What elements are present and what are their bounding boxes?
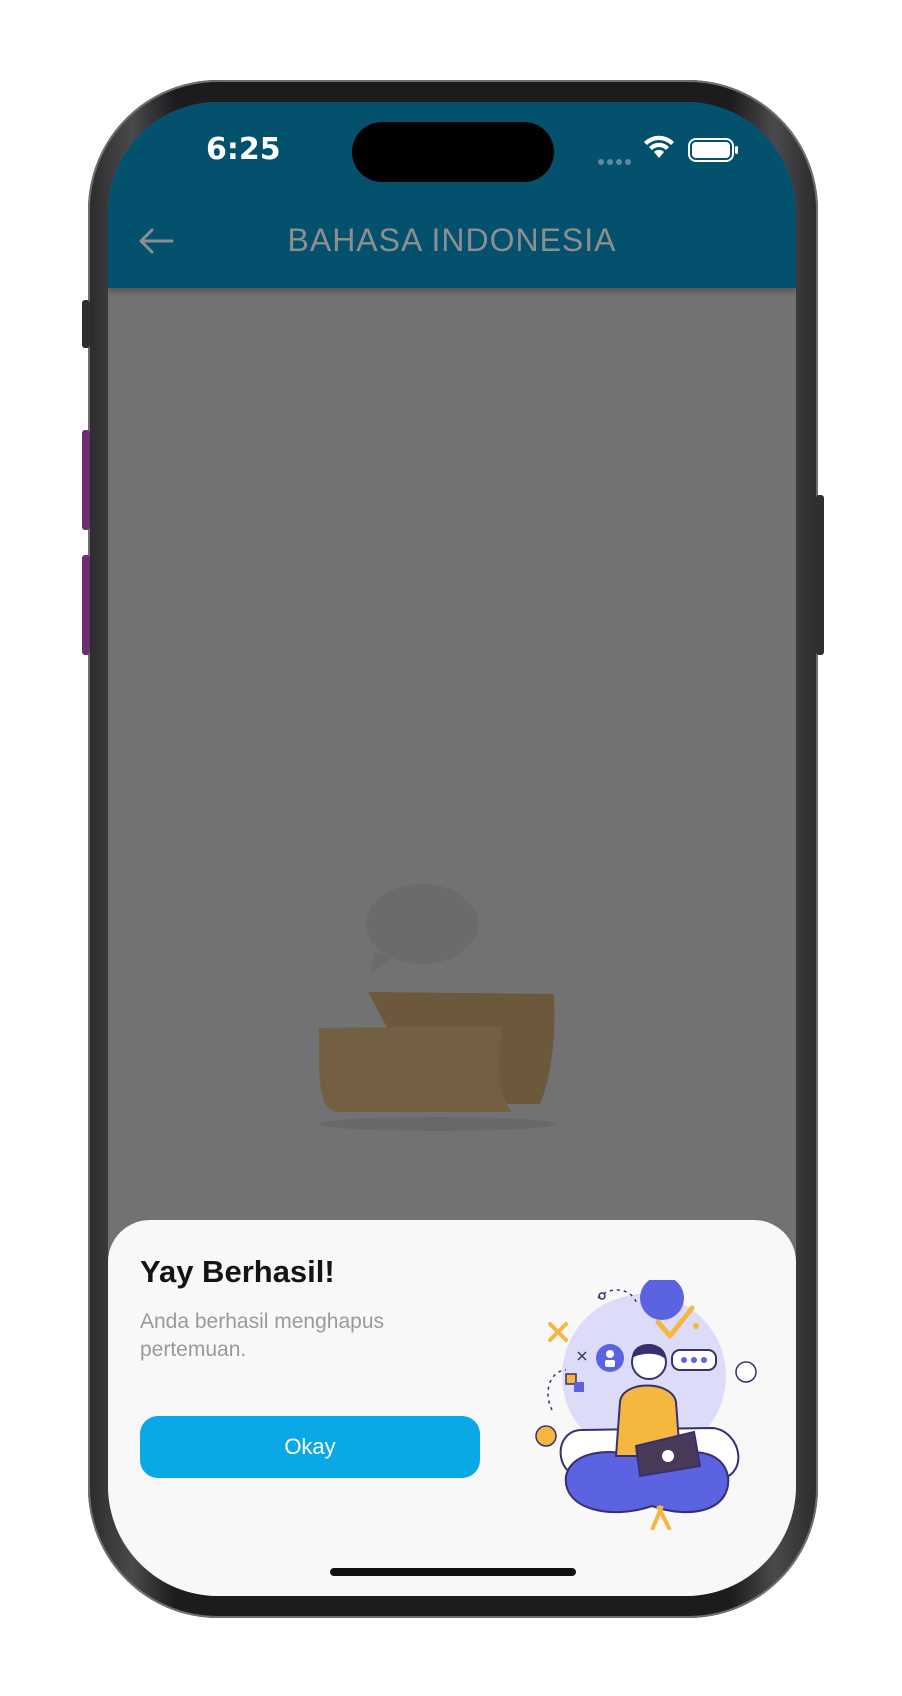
app-header: 6:25 BAHASA INDONESIA bbox=[108, 102, 796, 288]
volume-up-button bbox=[82, 430, 90, 530]
success-illustration bbox=[535, 1280, 757, 1530]
status-time: 6:25 bbox=[206, 132, 281, 167]
phone-screen: 6:25 BAHASA INDONESIA Yay Berhasil! Anda… bbox=[108, 102, 796, 1596]
dialog-title: Yay Berhasil! bbox=[140, 1254, 335, 1289]
battery-icon bbox=[688, 138, 738, 162]
wifi-icon bbox=[644, 135, 674, 158]
dialog-message: Anda berhasil menghapus pertemuan. bbox=[140, 1310, 385, 1361]
success-dialog: Yay Berhasil! Anda berhasil menghapus pe… bbox=[108, 1220, 796, 1596]
dynamic-island bbox=[352, 122, 554, 182]
home-indicator[interactable] bbox=[330, 1568, 576, 1576]
empty-state-illustration bbox=[318, 884, 558, 1131]
okay-button[interactable]: Okay bbox=[140, 1416, 480, 1478]
silent-switch bbox=[82, 300, 90, 348]
cellular-signal-icon bbox=[598, 152, 634, 170]
page-title: BAHASA INDONESIA bbox=[287, 222, 617, 258]
volume-down-button bbox=[82, 555, 90, 655]
power-button bbox=[816, 495, 824, 655]
